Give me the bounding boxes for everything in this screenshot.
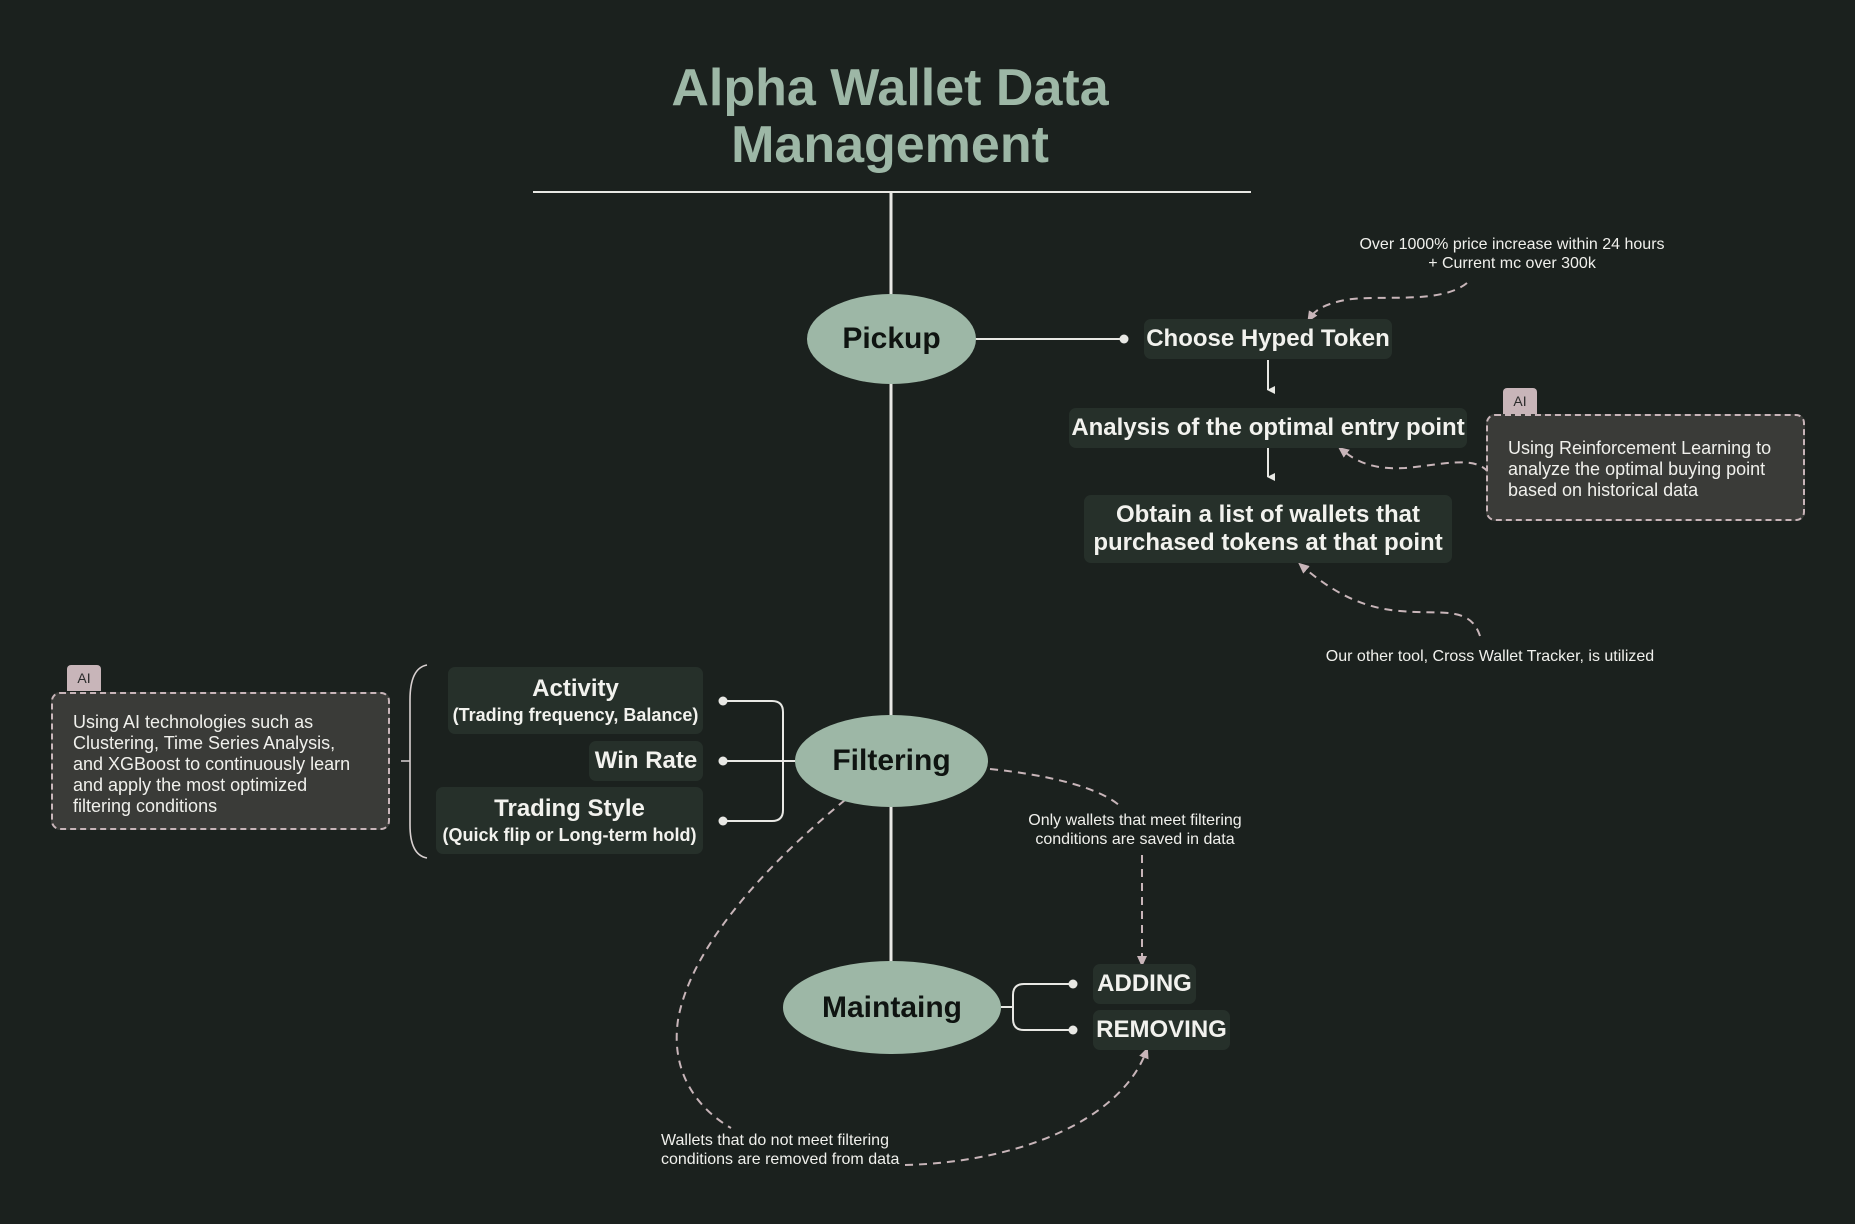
criterion-win-rate[interactable]: Win Rate	[589, 741, 703, 781]
dashed-tool-to-list	[1298, 562, 1481, 637]
step-label: Analysis of the optimal entry point	[1071, 414, 1465, 441]
dashed-filtering-to-saved	[989, 768, 1121, 807]
filtering-bracket	[723, 700, 796, 822]
page-title: Alpha Wallet Data Management	[560, 60, 1220, 174]
stage-filtering-label: Filtering	[832, 744, 951, 777]
stage-pickup-label: Pickup	[842, 322, 941, 355]
ai-box-reinforcement-learning: Using Reinforcement Learning to analyze …	[1486, 414, 1805, 521]
ai-tag: AI	[67, 665, 101, 691]
step-label: Choose Hyped Token	[1146, 325, 1390, 352]
step-label-line-1: Obtain a list of wallets that	[1115, 501, 1421, 528]
dashed-ai-to-analysis	[1338, 446, 1489, 473]
criteria-line-1: Over 1000% price increase within 24 hour…	[1359, 236, 1665, 253]
maintaining-bracket	[1001, 983, 1072, 1031]
annotation-line-2: conditions are saved in data	[1035, 831, 1235, 848]
dashed-criteria-to-token	[1307, 282, 1468, 323]
annotation-line-1: Only wallets that meet filtering	[1028, 812, 1242, 829]
ai-tag: AI	[1503, 388, 1537, 414]
title-line-1: Alpha Wallet Data	[671, 59, 1109, 117]
criterion-sub: (Quick flip or Long-term hold)	[442, 824, 697, 845]
action-adding[interactable]: ADDING	[1093, 964, 1196, 1004]
action-removing[interactable]: REMOVING	[1093, 1010, 1230, 1050]
title-line-2: Management	[731, 116, 1049, 174]
criterion-activity[interactable]: Activity (Trading frequency, Balance)	[448, 667, 703, 734]
step-label-line-2: purchased tokens at that point	[1093, 529, 1443, 556]
step-obtain-wallet-list[interactable]: Obtain a list of wallets that purchased …	[1084, 495, 1452, 563]
stage-pickup[interactable]: Pickup	[807, 294, 976, 384]
criterion-label: Win Rate	[594, 747, 698, 774]
annotation-saved-wallets: Only wallets that meet filtering conditi…	[1000, 811, 1270, 849]
action-label: ADDING	[1097, 970, 1192, 997]
stage-filtering[interactable]: Filtering	[795, 715, 988, 807]
criteria-line-2: + Current mc over 300k	[1428, 255, 1596, 272]
ai-brace	[401, 664, 428, 859]
annotation-line-2: conditions are removed from data	[661, 1151, 900, 1168]
ai-box-filtering-techniques: Using AI technologies such as Clustering…	[51, 692, 390, 830]
criterion-trading-style[interactable]: Trading Style (Quick flip or Long-term h…	[436, 787, 703, 854]
step-choose-hyped-token[interactable]: Choose Hyped Token	[1144, 319, 1392, 359]
criterion-label: Activity	[532, 674, 619, 702]
criterion-label: Trading Style	[494, 794, 645, 822]
action-label: REMOVING	[1096, 1016, 1227, 1043]
stage-maintaining[interactable]: Maintaing	[783, 961, 1001, 1054]
annotation-token-criteria: Over 1000% price increase within 24 hour…	[1332, 235, 1692, 273]
criterion-sub: (Trading frequency, Balance)	[452, 704, 699, 725]
stage-maintaining-label: Maintaing	[822, 990, 962, 1024]
annotation-line-1: Wallets that do not meet filtering	[661, 1132, 889, 1149]
step-analysis-entry-point[interactable]: Analysis of the optimal entry point	[1069, 408, 1467, 448]
annotation-removed-wallets: Wallets that do not meet filtering condi…	[661, 1131, 899, 1169]
dashed-removed-to-removing	[904, 1047, 1149, 1166]
annotation-cross-wallet-tracker: Our other tool, Cross Wallet Tracker, is…	[1325, 648, 1655, 665]
